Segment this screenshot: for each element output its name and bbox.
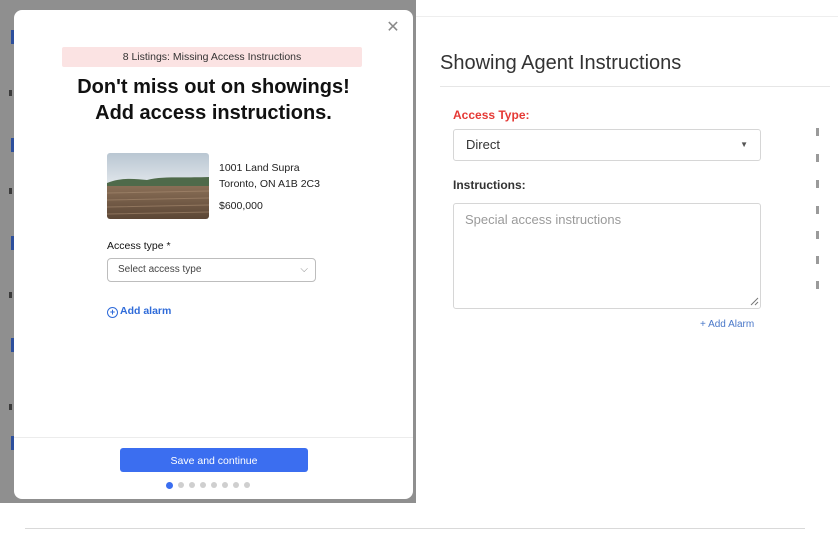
resize-handle-icon[interactable] (749, 296, 759, 306)
close-icon[interactable]: ✕ (385, 20, 401, 36)
top-divider (416, 16, 838, 17)
add-alarm-link-page[interactable]: + Add Alarm (700, 319, 754, 330)
listing-photo (107, 153, 209, 219)
pagination-dots (166, 481, 250, 489)
edge-fragment (816, 256, 819, 264)
access-type-label-required: Access Type: (453, 108, 530, 122)
edge-fragment (816, 154, 819, 162)
listing-address-line2: Toronto, ON A1B 2C3 (219, 178, 320, 190)
pagination-dot[interactable] (211, 482, 217, 488)
add-alarm-label: Add alarm (120, 305, 172, 317)
access-type-dropdown[interactable]: Direct ▼ (453, 129, 761, 161)
listing-price: $600,000 (219, 200, 263, 212)
access-type-label: Access type * (107, 240, 171, 252)
backdrop-fragment (9, 404, 12, 410)
missing-listings-banner: 8 Listings: Missing Access Instructions (62, 47, 362, 67)
pagination-dot[interactable] (178, 482, 184, 488)
pagination-dot[interactable] (233, 482, 239, 488)
section-title: Showing Agent Instructions (440, 52, 682, 74)
chevron-down-icon: ⌵ (300, 264, 308, 275)
listing-address-line1: 1001 Land Supra (219, 162, 300, 174)
backdrop-fragment (9, 292, 12, 298)
edge-fragment (816, 128, 819, 136)
access-type-value: Direct (466, 137, 500, 152)
caret-down-icon: ▼ (740, 140, 748, 149)
edge-fragment (816, 231, 819, 239)
pagination-dot[interactable] (166, 481, 173, 489)
headline-line-1: Don't miss out on showings! (77, 76, 350, 98)
pagination-dot[interactable] (244, 482, 250, 488)
pagination-dot[interactable] (200, 482, 206, 488)
bottom-divider (25, 528, 805, 529)
access-type-placeholder: Select access type (118, 264, 202, 275)
edge-fragment (816, 206, 819, 214)
title-divider (440, 86, 830, 87)
missing-access-modal: ✕ 8 Listings: Missing Access Instruction… (14, 10, 413, 499)
edge-fragment (816, 180, 819, 188)
access-type-select[interactable]: Select access type ⌵ (107, 258, 316, 282)
edge-fragment (816, 281, 819, 289)
pagination-dot[interactable] (189, 482, 195, 488)
headline-line-2: Add access instructions. (95, 102, 332, 124)
instructions-label: Instructions: (453, 178, 526, 192)
add-alarm-link[interactable]: + Add alarm (107, 305, 171, 318)
backdrop-fragment (9, 188, 12, 194)
modal-headline: Don't miss out on showings! Add access i… (34, 74, 393, 126)
footer-divider (14, 437, 413, 438)
instructions-textarea[interactable] (453, 203, 761, 309)
backdrop-fragment (9, 90, 12, 96)
plus-circle-icon: + (107, 307, 118, 318)
pagination-dot[interactable] (222, 482, 228, 488)
save-and-continue-button[interactable]: Save and continue (120, 448, 308, 472)
